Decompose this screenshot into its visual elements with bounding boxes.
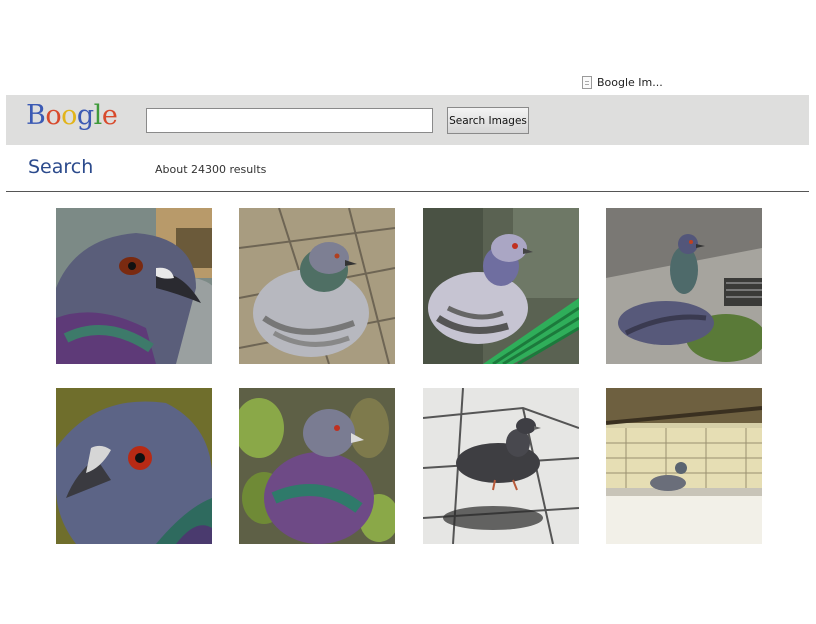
logo-letter: g <box>76 100 94 131</box>
image-result[interactable] <box>56 388 212 544</box>
pigeon-on-tiles-shadow-image <box>423 388 579 544</box>
image-result[interactable] <box>239 208 395 364</box>
tab-label: Boogle Im... <box>597 76 663 89</box>
logo-letter: o <box>61 100 77 131</box>
logo-letter: l <box>93 100 103 131</box>
search-header: Boogle Search Images <box>6 95 809 145</box>
image-result[interactable] <box>239 388 395 544</box>
image-result[interactable] <box>606 208 762 364</box>
image-result[interactable] <box>606 388 762 544</box>
search-input[interactable] <box>146 108 433 133</box>
pigeon-head-closeup-image <box>56 208 212 364</box>
pigeon-on-curb-grate-image <box>606 208 762 364</box>
page-title: Search <box>28 156 94 178</box>
pigeon-among-leaves-image <box>239 388 395 544</box>
logo[interactable]: Boogle <box>26 100 118 131</box>
divider <box>6 191 809 192</box>
image-result[interactable] <box>423 388 579 544</box>
browser-tab[interactable]: Boogle Im... <box>582 76 663 89</box>
image-result[interactable] <box>423 208 579 364</box>
logo-letter: e <box>101 100 118 131</box>
pigeon-on-green-fence-image <box>423 208 579 364</box>
pigeon-head-profile-image <box>56 388 212 544</box>
image-result[interactable] <box>56 208 212 364</box>
result-count: About 24300 results <box>155 163 267 176</box>
logo-letter: o <box>45 100 62 131</box>
pigeon-on-balcony-ledge-image <box>606 388 762 544</box>
search-images-button[interactable]: Search Images <box>447 107 529 134</box>
pigeon-on-pavement-image <box>239 208 395 364</box>
page-icon <box>582 76 592 89</box>
logo-letter: B <box>26 100 46 131</box>
